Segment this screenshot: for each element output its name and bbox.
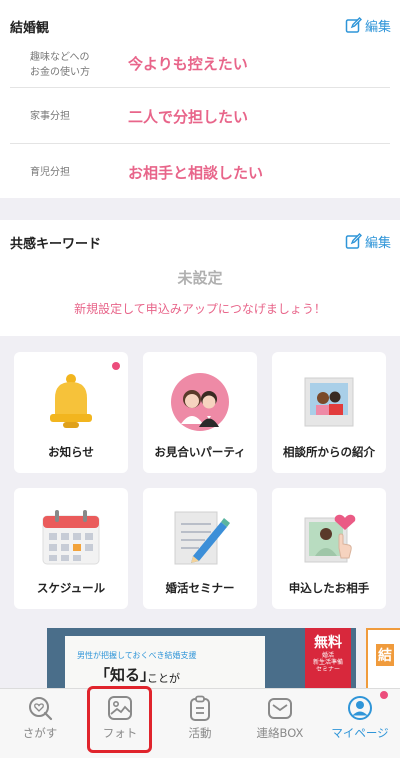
- photo-couple-icon: [304, 377, 354, 427]
- keywords-card: 共感キーワード 編集 未設定 新規設定して申込みアップにつなげましょう！: [0, 220, 400, 336]
- photo-tab-highlight: [87, 686, 152, 753]
- marriage-row-hobby-money: 趣味などへの お金の使い方 今よりも控えたい: [10, 42, 390, 88]
- keywords-title: 共感キーワード: [10, 237, 102, 252]
- tile-applied-partners[interactable]: 申込したお相手: [272, 488, 386, 609]
- couple-icon: [171, 373, 229, 431]
- free-sub-label: 婚活 新生活準備 セミナー: [312, 652, 343, 673]
- marriage-view-card: 結婚観 編集 趣味などへの お金の使い方 今よりも控えたい 家事分担 二人で分担…: [0, 0, 400, 198]
- row-value: お相手と相談したい: [128, 164, 264, 182]
- bell-icon: [50, 374, 92, 428]
- edit-icon: [345, 233, 362, 249]
- tab-search[interactable]: さがす: [0, 689, 80, 758]
- notification-badge: [112, 362, 120, 370]
- clipboard-icon: [190, 695, 210, 721]
- banner-headline-suffix: ことが: [147, 672, 180, 685]
- tile-label: 婚活セミナー: [165, 581, 235, 595]
- user-icon: [348, 696, 372, 720]
- marriage-edit-button[interactable]: 編集: [345, 16, 391, 35]
- tile-label: 相談所からの紹介: [283, 445, 375, 459]
- mail-icon: [268, 698, 292, 719]
- heart-photo-icon: [304, 514, 356, 563]
- next-banner-label: 結: [376, 644, 394, 666]
- free-badge: 無料 婚活 新生活準備 セミナー: [305, 628, 351, 690]
- marriage-row-housework: 家事分担 二人で分担したい: [10, 88, 390, 144]
- row-value: 二人で分担したい: [128, 108, 249, 126]
- keywords-status: 未設定: [177, 269, 223, 287]
- tab-label: 活動: [188, 726, 212, 740]
- banner-headline: 「知る」: [95, 666, 156, 684]
- my-page-badge: [380, 691, 388, 699]
- row-label: 家事分担: [30, 111, 70, 122]
- row-label: 育児分担: [30, 167, 70, 178]
- calendar-icon: [42, 510, 100, 565]
- tile-label: スケジュール: [36, 581, 106, 595]
- tab-activity[interactable]: 活動: [160, 689, 240, 758]
- tile-agency-introduction[interactable]: 相談所からの紹介: [272, 352, 386, 473]
- search-heart-icon: [29, 697, 53, 721]
- tab-label: 連絡BOX: [256, 726, 304, 740]
- bottom-tab-bar: さがす フォト 活動 連絡BOX マイページ: [0, 688, 400, 758]
- row-value: 今よりも控えたい: [128, 55, 248, 73]
- tab-label: マイページ: [331, 726, 389, 740]
- edit-label: 編集: [364, 20, 391, 35]
- notepad-pencil-icon: [174, 511, 230, 565]
- tile-marriage-seminar[interactable]: 婚活セミナー: [143, 488, 257, 609]
- tile-label: お見合いパーティ: [154, 445, 246, 459]
- free-label: 無料: [314, 635, 342, 651]
- tile-schedule[interactable]: スケジュール: [14, 488, 128, 609]
- keywords-edit-button[interactable]: 編集: [345, 232, 391, 251]
- tab-my-page[interactable]: マイページ: [320, 689, 400, 758]
- tile-notifications[interactable]: お知らせ: [14, 352, 128, 473]
- keywords-hint-link[interactable]: 新規設定して申込みアップにつなげましょう！: [0, 300, 400, 317]
- tile-matchmaking-party[interactable]: お見合いパーティ: [143, 352, 257, 473]
- row-label: 趣味などへの お金の使い方: [30, 52, 90, 78]
- tab-label: さがす: [22, 726, 58, 740]
- edit-icon: [345, 17, 362, 33]
- tile-label: 申込したお相手: [288, 581, 370, 595]
- edit-label: 編集: [364, 236, 391, 251]
- banner-subtitle: 男性が把握しておくべき結婚支援: [77, 651, 197, 660]
- tab-contact-box[interactable]: 連絡BOX: [240, 689, 320, 758]
- marriage-row-childcare: 育児分担 お相手と相談したい: [10, 144, 390, 198]
- tile-label: お知らせ: [48, 445, 94, 459]
- seminar-banner[interactable]: 男性が把握しておくべき結婚支援 「知る」 ことが 無料 婚活 新生活準備 セミナ…: [47, 628, 356, 690]
- marriage-view-title: 結婚観: [10, 21, 50, 36]
- next-banner[interactable]: 結: [366, 628, 400, 690]
